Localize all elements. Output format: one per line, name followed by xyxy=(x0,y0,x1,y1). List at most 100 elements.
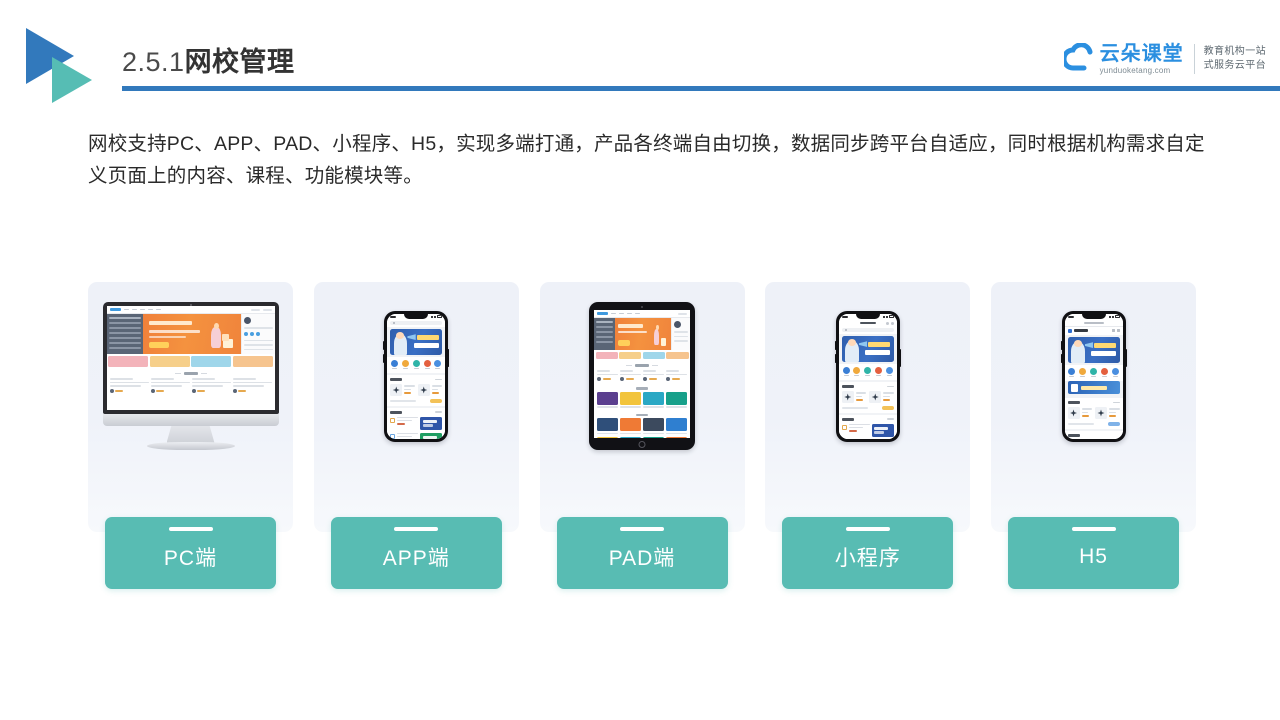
app-featured-section xyxy=(387,375,446,406)
web-nav-item xyxy=(131,308,137,311)
platform-card-h5[interactable]: H5 xyxy=(991,282,1196,589)
app-recommended-section xyxy=(838,414,897,439)
web-hero-banner xyxy=(615,318,671,350)
label-accent-dash xyxy=(845,527,890,531)
section-title xyxy=(1067,433,1080,437)
battery-icon xyxy=(437,315,443,318)
course-grid-row2 xyxy=(594,418,690,437)
section-header xyxy=(1067,401,1120,404)
web-nav-actions xyxy=(678,312,687,315)
course-thumbnail xyxy=(1095,406,1107,419)
device-illustration-phone-h5 xyxy=(991,282,1196,470)
category-item xyxy=(412,359,420,370)
web-hero-section xyxy=(106,314,275,354)
app-hero-banner xyxy=(1067,336,1120,363)
miniprogram-preview xyxy=(838,313,897,439)
web-nav-item xyxy=(627,312,632,315)
platform-card-app[interactable]: APP端 xyxy=(313,282,519,589)
web-promo-row xyxy=(107,354,275,368)
web-nav-item xyxy=(139,308,145,311)
page-title: 2.5.1网校管理 xyxy=(122,44,295,80)
label-accent-dash xyxy=(1071,527,1116,531)
wifi-icon xyxy=(885,315,888,318)
web-nav-actions xyxy=(250,308,260,311)
secondary-banner xyxy=(1067,381,1120,395)
phone-power-button xyxy=(1125,348,1127,367)
platform-label-miniprogram[interactable]: 小程序 xyxy=(782,517,954,589)
sidebar-row xyxy=(596,335,614,338)
category-icon-row xyxy=(387,356,446,374)
enroll-button xyxy=(430,398,443,403)
phone-volume-up-button xyxy=(1060,340,1062,350)
section-more-link xyxy=(435,411,443,414)
platform-card-pc[interactable]: PC端 xyxy=(88,282,293,589)
brand-tagline: 教育机构一站 式服务云平台 xyxy=(1204,45,1266,73)
web-course-row xyxy=(594,370,690,384)
web-login-panel xyxy=(240,314,275,354)
platform-label-h5[interactable]: H5 xyxy=(1008,517,1179,589)
featured-item xyxy=(1095,406,1120,419)
category-icon-row xyxy=(838,363,897,381)
panel-line xyxy=(243,344,273,346)
platform-card-pad[interactable]: PAD端 xyxy=(539,282,745,589)
banner-subline xyxy=(149,335,187,339)
more-icon xyxy=(885,321,889,325)
section-header xyxy=(390,410,443,414)
phone-volume-up-button xyxy=(834,340,837,350)
sidebar-row xyxy=(108,341,142,344)
megaphone-icon xyxy=(407,334,416,340)
platform-label-pad[interactable]: PAD端 xyxy=(556,517,728,589)
course-grid-row3 xyxy=(594,437,690,438)
brand-name-en: yunduoketang.com xyxy=(1099,65,1171,75)
category-item xyxy=(1111,367,1119,378)
panel-action-dots xyxy=(243,331,273,336)
tablet-home-button[interactable] xyxy=(638,441,646,448)
section-more-link xyxy=(435,378,443,381)
section-header xyxy=(841,385,894,388)
monitor-stand-base xyxy=(146,442,235,450)
banner-headline xyxy=(618,323,643,328)
web-nav-item xyxy=(619,312,624,315)
course-item xyxy=(643,370,664,381)
site-name xyxy=(1073,329,1088,332)
illustration-person-head xyxy=(655,325,659,331)
status-time xyxy=(390,315,397,318)
web-logo-icon xyxy=(109,307,121,312)
featured-footer xyxy=(841,405,894,410)
enroll-button xyxy=(881,405,894,410)
label-accent-dash xyxy=(620,527,664,531)
smartphone xyxy=(383,310,450,442)
panel-dot xyxy=(255,331,260,336)
url-text xyxy=(1083,321,1104,324)
course-item xyxy=(232,378,272,393)
platform-label-pc[interactable]: PC端 xyxy=(105,517,276,589)
sidebar-row xyxy=(108,346,142,349)
web-navbar xyxy=(594,310,690,318)
banner-badge xyxy=(1070,384,1078,392)
category-item xyxy=(842,366,850,377)
miniprogram-capsule-buttons[interactable] xyxy=(885,321,894,325)
browser-address-bar[interactable] xyxy=(1064,319,1123,327)
category-item xyxy=(1079,367,1087,378)
app-preview xyxy=(387,313,446,439)
app-featured-section xyxy=(838,382,897,413)
promo-card xyxy=(149,355,190,367)
lesson-icon xyxy=(841,424,847,430)
label-accent-dash xyxy=(168,527,213,531)
platform-label-app[interactable]: APP端 xyxy=(330,517,502,589)
megaphone-icon xyxy=(858,341,868,347)
brand-tagline-line1: 教育机构一站 xyxy=(1203,46,1266,57)
banner-person-head xyxy=(847,339,856,346)
wifi-icon xyxy=(1111,315,1114,318)
featured-item xyxy=(869,390,894,403)
signal-icon xyxy=(1108,315,1111,318)
lesson-item xyxy=(841,423,894,437)
promo-card xyxy=(666,351,689,359)
platform-card-miniprogram[interactable]: 小程序 xyxy=(765,282,971,589)
panel-line xyxy=(673,335,688,338)
phone-notch xyxy=(855,313,880,319)
phone-volume-down-button xyxy=(1060,353,1062,363)
panel-line xyxy=(243,327,273,329)
section-title xyxy=(841,417,854,421)
triangle-teal-icon xyxy=(52,57,92,103)
